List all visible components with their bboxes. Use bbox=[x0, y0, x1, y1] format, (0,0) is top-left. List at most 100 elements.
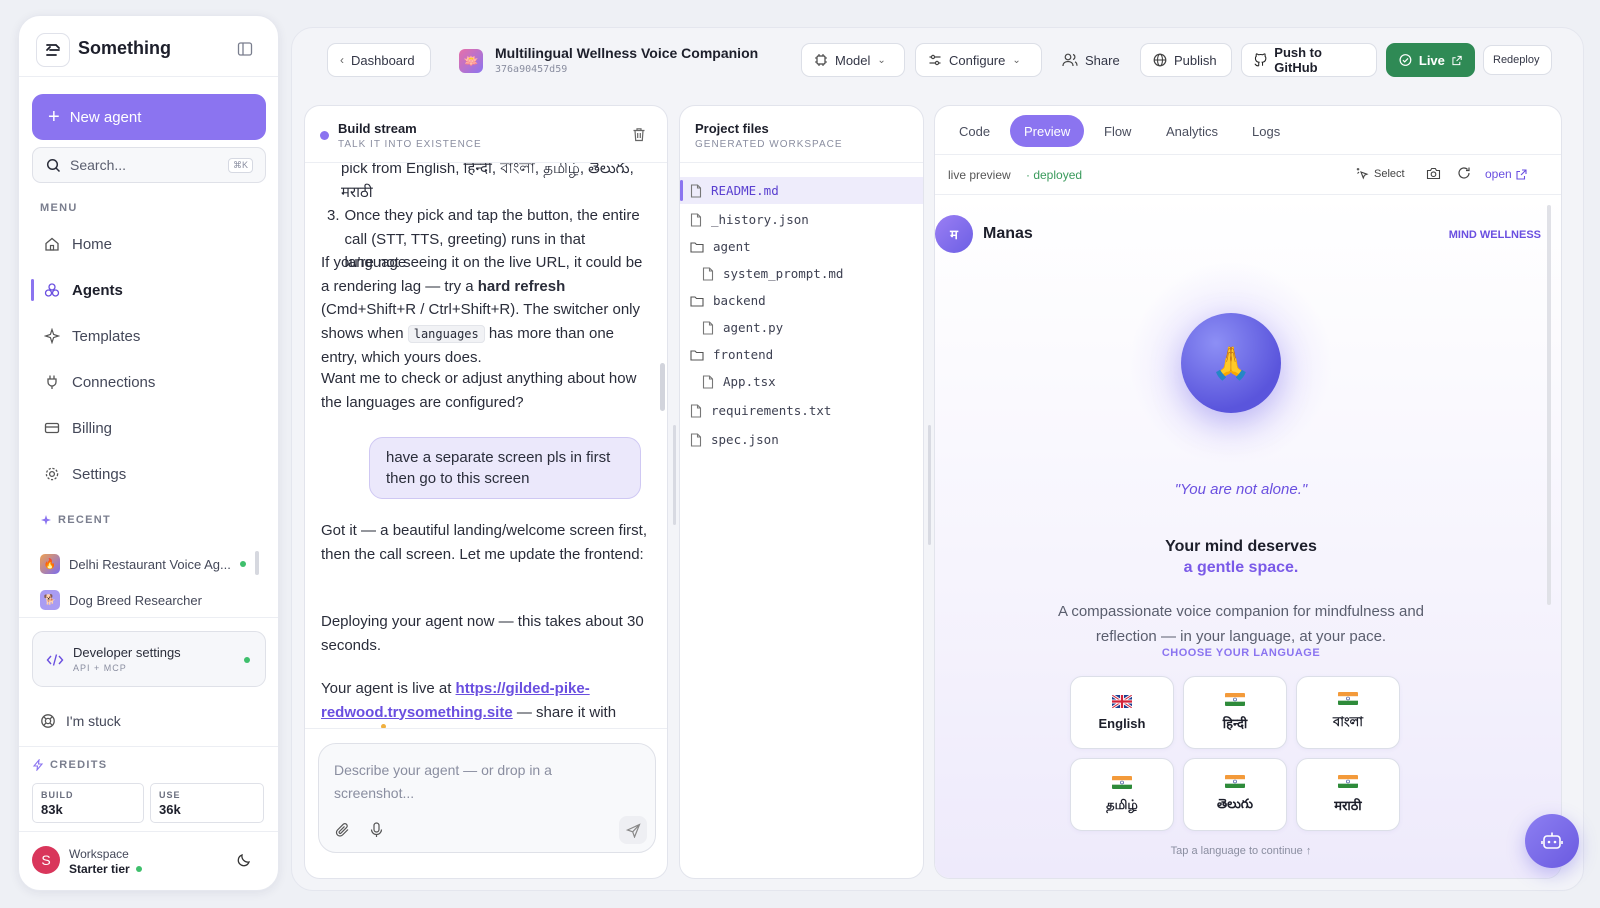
share-button[interactable]: Share bbox=[1049, 43, 1149, 77]
configure-label: Configure bbox=[949, 52, 1006, 68]
chat-input[interactable]: Describe your agent — or drop in a scree… bbox=[318, 743, 656, 853]
tab-logs[interactable]: Logs bbox=[1238, 115, 1294, 147]
folder-row[interactable]: frontend bbox=[680, 341, 923, 368]
text-span: Your agent is live at bbox=[321, 680, 456, 697]
search-input[interactable]: Search... ⌘K bbox=[32, 147, 266, 183]
sidebar-item-templates[interactable]: Templates bbox=[44, 319, 264, 353]
panel-resize-handle[interactable] bbox=[673, 425, 676, 525]
language-card-bengali[interactable]: বাংলা bbox=[1296, 676, 1400, 749]
trash-icon bbox=[633, 128, 645, 142]
github-icon bbox=[1254, 53, 1267, 67]
lifebuoy-icon bbox=[41, 714, 55, 728]
praying-hands-icon: 🙏 bbox=[1211, 345, 1251, 381]
file-icon bbox=[702, 374, 714, 389]
india-flag-icon bbox=[1112, 775, 1132, 789]
agent-avatar-icon: 🪷 bbox=[459, 49, 483, 73]
message-line: मराठी bbox=[341, 183, 373, 201]
language-card-telugu[interactable]: తెలుగు bbox=[1183, 758, 1287, 831]
im-stuck-button[interactable]: I'm stuck bbox=[40, 713, 121, 729]
sidebar-item-billing[interactable]: Billing bbox=[44, 411, 264, 445]
language-card-hindi[interactable]: हिन्दी bbox=[1183, 676, 1287, 749]
attach-button[interactable] bbox=[335, 822, 350, 838]
scrollbar[interactable] bbox=[255, 551, 259, 575]
developer-settings-button[interactable]: Developer settings API + MCP bbox=[32, 631, 266, 687]
app-quote: "You are not alone." bbox=[1174, 481, 1308, 498]
folder-row[interactable]: agent bbox=[680, 233, 923, 260]
recent-item[interactable]: 🐕 Dog Breed Researcher bbox=[40, 586, 255, 614]
push-to-github-button[interactable]: Push to GitHub bbox=[1241, 43, 1377, 77]
folder-icon bbox=[690, 349, 704, 361]
workspace-avatar[interactable]: S bbox=[32, 846, 60, 874]
live-preview-label: live preview bbox=[948, 168, 1011, 182]
file-row[interactable]: README.md bbox=[680, 177, 923, 204]
model-dropdown[interactable]: Model ⌄ bbox=[801, 43, 905, 77]
workspace-name: Workspace bbox=[69, 847, 129, 861]
sidebar-item-agents[interactable]: Agents bbox=[44, 273, 264, 307]
gear-icon bbox=[45, 467, 59, 481]
redeploy-button[interactable]: Redeploy bbox=[1483, 45, 1552, 75]
publish-button[interactable]: Publish bbox=[1140, 43, 1232, 77]
language-card-english[interactable]: English bbox=[1070, 676, 1174, 749]
live-button[interactable]: Live bbox=[1386, 43, 1475, 77]
select-element-button[interactable]: Select bbox=[1356, 167, 1405, 180]
tab-preview[interactable]: Preview bbox=[1010, 115, 1085, 147]
tab-flow[interactable]: Flow bbox=[1090, 115, 1145, 147]
india-flag-icon bbox=[1225, 693, 1245, 706]
credit-card-icon bbox=[44, 422, 60, 434]
screenshot-button[interactable] bbox=[1426, 167, 1441, 180]
scrollbar[interactable] bbox=[660, 363, 665, 411]
file-name: README.md bbox=[711, 183, 779, 198]
logo[interactable] bbox=[36, 33, 70, 67]
refresh-button[interactable] bbox=[1457, 166, 1471, 180]
file-row[interactable]: requirements.txt bbox=[680, 397, 923, 424]
assistant-paragraph: Got it — a beautiful landing/welcome scr… bbox=[321, 522, 647, 563]
assistant-bot-button[interactable] bbox=[1525, 814, 1579, 868]
language-card-marathi[interactable]: मराठी bbox=[1296, 758, 1400, 831]
clear-chat-button[interactable] bbox=[632, 127, 646, 142]
back-to-dashboard-button[interactable]: ‹ Dashboard bbox=[327, 43, 431, 77]
chevron-down-icon: ⌄ bbox=[1012, 54, 1021, 66]
globe-icon bbox=[1153, 53, 1167, 67]
build-stream-panel: Build stream TALK IT INTO EXISTENCE pick… bbox=[304, 105, 668, 879]
sidebar-item-home[interactable]: Home bbox=[44, 227, 264, 261]
panel-resize-handle[interactable] bbox=[928, 425, 931, 545]
theme-toggle[interactable] bbox=[236, 852, 252, 868]
file-row[interactable]: system_prompt.md bbox=[680, 260, 923, 287]
file-name: backend bbox=[713, 293, 766, 308]
file-row[interactable]: spec.json bbox=[680, 426, 923, 453]
moon-icon bbox=[237, 854, 250, 867]
voice-orb[interactable]: 🙏 bbox=[1181, 313, 1281, 413]
build-stream-sub: TALK IT INTO EXISTENCE bbox=[338, 139, 482, 150]
file-row[interactable]: _history.json bbox=[680, 206, 923, 233]
folder-row[interactable]: backend bbox=[680, 287, 923, 314]
sidebar: Something + New agent Search... ⌘K MENU … bbox=[18, 15, 279, 891]
logo-icon bbox=[46, 44, 60, 56]
recent-item[interactable]: 🔥 Delhi Restaurant Voice Ag... bbox=[40, 550, 255, 578]
configure-dropdown[interactable]: Configure ⌄ bbox=[915, 43, 1042, 77]
language-name: हिन्दी bbox=[1222, 716, 1248, 731]
scrollbar[interactable] bbox=[1547, 205, 1551, 605]
collapse-sidebar-icon[interactable] bbox=[237, 41, 253, 57]
chat-messages: pick from English, हिन्दी, বাংলা, தமிழ்,… bbox=[305, 163, 667, 728]
dev-settings-sub: API + MCP bbox=[73, 663, 127, 673]
sidebar-item-label: Templates bbox=[72, 327, 141, 345]
app-avatar: म bbox=[935, 215, 973, 253]
voice-input-button[interactable] bbox=[370, 822, 383, 838]
file-row[interactable]: App.tsx bbox=[680, 368, 923, 395]
send-button[interactable] bbox=[619, 816, 647, 844]
sidebar-item-connections[interactable]: Connections bbox=[44, 365, 264, 399]
file-row[interactable]: agent.py bbox=[680, 314, 923, 341]
chip-icon bbox=[815, 54, 827, 66]
sparkle-icon bbox=[41, 515, 51, 525]
tab-code[interactable]: Code bbox=[945, 115, 1004, 147]
sidebar-item-settings[interactable]: Settings bbox=[44, 457, 264, 491]
language-card-tamil[interactable]: தமிழ் bbox=[1070, 758, 1174, 831]
new-agent-button[interactable]: + New agent bbox=[32, 94, 266, 140]
file-name: agent bbox=[713, 239, 751, 254]
microphone-icon bbox=[370, 822, 383, 837]
language-name: தமிழ் bbox=[1106, 796, 1138, 812]
open-preview-link[interactable]: open bbox=[1485, 167, 1527, 181]
user-message: have a separate screen pls in first then… bbox=[369, 437, 641, 499]
tab-analytics[interactable]: Analytics bbox=[1152, 115, 1232, 147]
folder-icon bbox=[690, 295, 704, 307]
